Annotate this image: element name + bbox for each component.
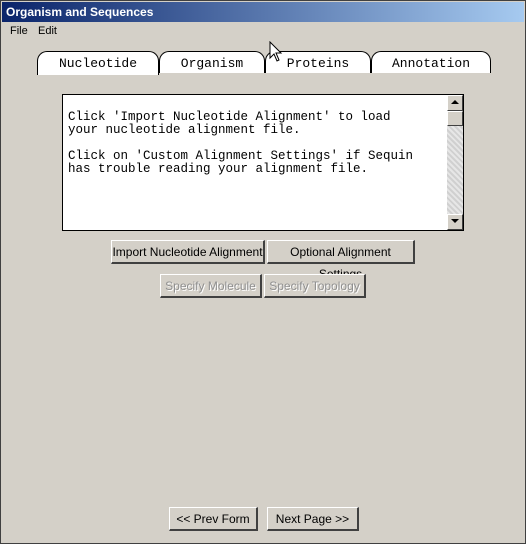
- instructions-panel: Click 'Import Nucleotide Alignment' to l…: [62, 94, 464, 231]
- specify-topology-button[interactable]: Specify Topology: [264, 274, 366, 298]
- tab-strip: Nucleotide Organism Proteins Annotation: [25, 51, 505, 75]
- menu-bar: File Edit: [2, 23, 524, 41]
- main-window: Organism and Sequences File Edit Nucleot…: [0, 0, 526, 544]
- scroll-down-button[interactable]: [447, 214, 463, 230]
- next-page-button[interactable]: Next Page >>: [267, 507, 359, 531]
- import-nucleotide-alignment-button[interactable]: Import Nucleotide Alignment: [111, 240, 265, 264]
- scroll-up-button[interactable]: [447, 95, 463, 111]
- title-bar: Organism and Sequences: [2, 2, 524, 22]
- scroll-thumb[interactable]: [447, 111, 463, 126]
- mouse-pointer-icon: [269, 41, 283, 62]
- vertical-scrollbar[interactable]: [447, 95, 463, 230]
- specify-molecule-button[interactable]: Specify Molecule: [160, 274, 262, 298]
- menu-edit[interactable]: Edit: [38, 25, 57, 37]
- tab-annotation[interactable]: Annotation: [371, 51, 491, 73]
- arrow-down-icon: [451, 219, 459, 223]
- optional-alignment-settings-button[interactable]: Optional Alignment Settings: [267, 240, 415, 281]
- instructions-line-3: Click on 'Custom Alignment Settings' if …: [68, 149, 414, 163]
- arrow-up-icon: [451, 100, 459, 104]
- menu-file[interactable]: File: [10, 25, 28, 37]
- instructions-text: Click 'Import Nucleotide Alignment' to l…: [68, 111, 446, 176]
- instructions-line-1: Click 'Import Nucleotide Alignment' to l…: [68, 110, 391, 124]
- tab-nucleotide[interactable]: Nucleotide: [37, 51, 159, 75]
- prev-form-button[interactable]: << Prev Form: [169, 507, 258, 531]
- instructions-line-2: your nucleotide alignment file.: [68, 123, 301, 137]
- instructions-line-4: has trouble reading your alignment file.: [68, 162, 369, 176]
- tab-organism[interactable]: Organism: [159, 51, 265, 73]
